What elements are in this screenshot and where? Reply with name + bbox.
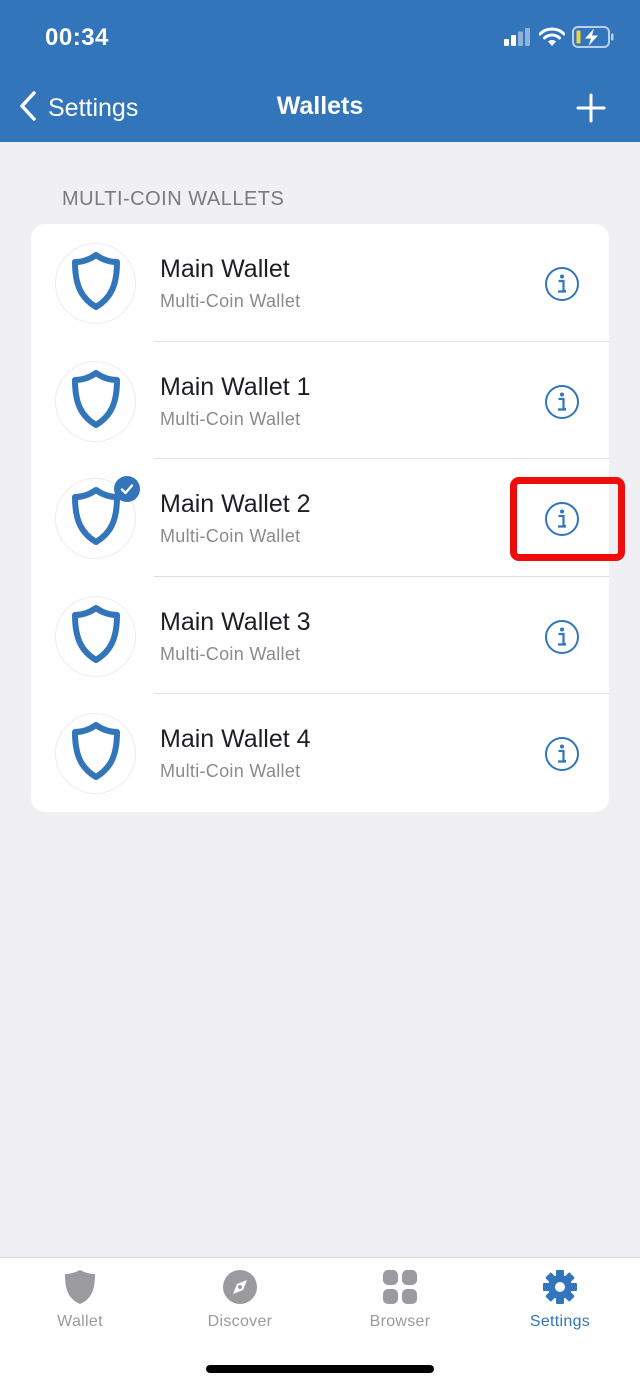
shield-icon xyxy=(71,604,121,668)
tab-label: Wallet xyxy=(57,1313,103,1330)
wallet-info-button[interactable] xyxy=(544,384,580,420)
wallet-row[interactable]: Main Wallet 3 Multi-Coin Wallet xyxy=(31,577,609,695)
wallet-row[interactable]: Main Wallet 2 Multi-Coin Wallet xyxy=(31,459,609,577)
cellular-signal-icon xyxy=(504,28,532,51)
wallet-row[interactable]: Main Wallet 4 Multi-Coin Wallet xyxy=(31,694,609,812)
wifi-icon xyxy=(538,27,566,52)
shield-icon xyxy=(71,487,121,550)
wallet-info-button[interactable] xyxy=(544,266,580,302)
wallet-row[interactable]: Main Wallet 1 Multi-Coin Wallet xyxy=(31,342,609,460)
home-indicator[interactable] xyxy=(206,1365,434,1373)
page-title: Wallets xyxy=(276,92,364,120)
wallet-name: Main Wallet 3 xyxy=(160,607,311,636)
info-icon xyxy=(544,502,580,541)
shield-icon xyxy=(71,252,121,315)
shield-icon xyxy=(71,722,121,785)
top-bar: 00:34 Settings Wallets xyxy=(0,0,640,142)
wallet-avatar xyxy=(55,243,136,324)
compass-icon xyxy=(222,1269,258,1305)
wallet-avatar xyxy=(55,360,136,442)
wallet-row[interactable]: Main Wallet Multi-Coin Wallet xyxy=(31,224,609,342)
tab-settings[interactable]: Settings xyxy=(480,1258,640,1348)
info-icon xyxy=(544,737,580,776)
wallet-type: Multi-Coin Wallet xyxy=(160,643,301,664)
section-header: MULTI-COIN WALLETS xyxy=(62,188,285,210)
tab-wallet[interactable]: Wallet xyxy=(0,1258,160,1348)
status-icons xyxy=(504,26,614,53)
wallet-avatar xyxy=(55,595,136,677)
wallet-info-button[interactable] xyxy=(544,736,580,772)
tab-label: Browser xyxy=(369,1313,431,1330)
wallet-name: Main Wallet 1 xyxy=(160,372,311,401)
plus-icon xyxy=(576,93,606,127)
info-icon xyxy=(544,267,580,306)
wallet-name: Main Wallet xyxy=(160,255,290,283)
wallet-info-button[interactable] xyxy=(544,501,580,537)
wallet-type: Multi-Coin Wallet xyxy=(160,408,301,429)
tab-label: Settings xyxy=(529,1313,591,1330)
wallet-name: Main Wallet 2 xyxy=(160,490,311,519)
gear-icon xyxy=(542,1269,578,1305)
wallet-avatar xyxy=(55,713,136,795)
shield-icon xyxy=(71,369,121,433)
wallet-info-button[interactable] xyxy=(544,619,580,655)
tab-discover[interactable]: Discover xyxy=(160,1258,320,1348)
wallet-type: Multi-Coin Wallet xyxy=(160,526,301,547)
status-time: 00:34 xyxy=(45,24,109,51)
wallet-type: Multi-Coin Wallet xyxy=(160,291,301,311)
wallet-list: Main Wallet Multi-Coin Wallet Main Wallet … xyxy=(31,224,609,812)
info-icon xyxy=(544,619,580,659)
shield-icon xyxy=(64,1269,96,1305)
battery-charging-icon xyxy=(572,26,614,53)
add-wallet-button[interactable] xyxy=(576,93,606,128)
grid-icon xyxy=(382,1269,418,1305)
selected-check-icon xyxy=(114,476,140,503)
info-icon xyxy=(544,384,580,424)
wallet-type: Multi-Coin Wallet xyxy=(160,761,301,782)
tab-label: Discover xyxy=(207,1313,273,1330)
wallet-name: Main Wallet 4 xyxy=(160,725,311,754)
tab-browser[interactable]: Browser xyxy=(320,1258,480,1348)
